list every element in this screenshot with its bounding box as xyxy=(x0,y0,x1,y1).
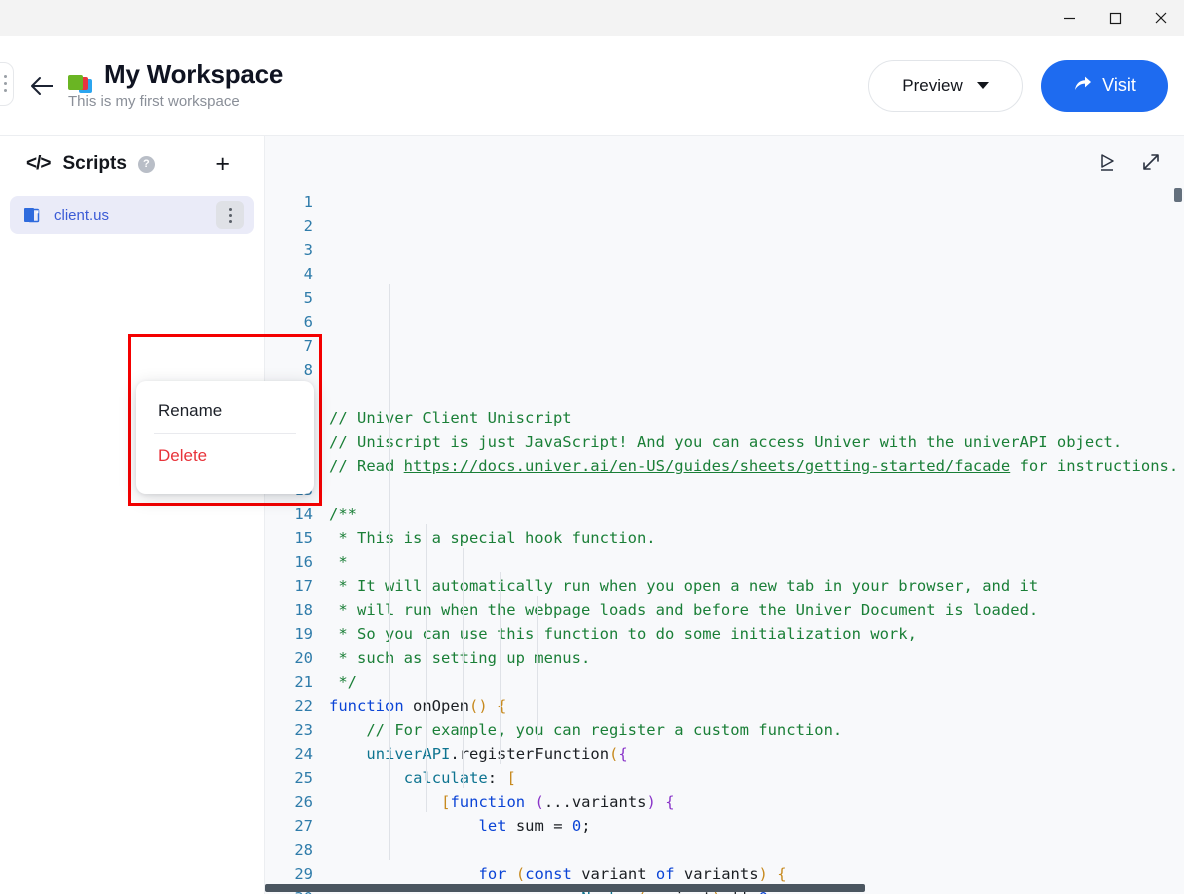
code-line: // Uniscript is just JavaScript! And you… xyxy=(329,433,1123,451)
edge-drag-handle[interactable] xyxy=(0,62,14,106)
code-area[interactable]: 1234567891011121314151617181920212223242… xyxy=(265,188,1184,894)
line-number: 2 xyxy=(303,217,313,235)
line-number: 5 xyxy=(303,289,313,307)
code-line: * So you can use this function to do som… xyxy=(329,625,917,643)
horizontal-scrollbar[interactable] xyxy=(265,882,1172,894)
line-number: 19 xyxy=(294,625,313,643)
list-item[interactable]: client.us xyxy=(10,196,254,234)
header-actions: Preview Visit xyxy=(868,59,1168,112)
workspace-title-block: My Workspace This is my first workspace xyxy=(68,58,284,113)
code-line: let sum = 0; xyxy=(478,817,591,835)
preview-button[interactable]: Preview xyxy=(868,59,1023,112)
line-number: 28 xyxy=(294,841,313,859)
code-line: * such as setting up menus. xyxy=(329,649,591,667)
code-line: // Read https://docs.univer.ai/en-US/gui… xyxy=(329,457,1179,475)
more-vertical-icon[interactable] xyxy=(216,201,244,229)
vertical-scrollbar-thumb[interactable] xyxy=(1174,188,1182,202)
code-line: * This is a special hook function. xyxy=(329,529,656,547)
line-number: 1 xyxy=(303,193,313,211)
context-menu-item-delete[interactable]: Delete xyxy=(136,434,314,478)
indent-guide xyxy=(389,284,390,500)
line-number: 25 xyxy=(294,769,313,787)
main-body: </> Scripts ? + client.us Rename Delete xyxy=(0,136,1184,894)
chevron-down-icon xyxy=(976,82,989,89)
line-number-gutter: 1234567891011121314151617181920212223242… xyxy=(265,188,323,894)
line-number: 3 xyxy=(303,241,313,259)
help-icon[interactable]: ? xyxy=(137,155,155,173)
editor-toolbar xyxy=(265,136,1184,188)
indent-guide xyxy=(426,524,427,812)
preview-button-label: Preview xyxy=(902,75,963,95)
context-menu-item-rename[interactable]: Rename xyxy=(136,389,314,433)
add-script-button[interactable]: + xyxy=(215,151,246,177)
line-number: 17 xyxy=(294,577,313,595)
code-line: * will run when the webpage loads and be… xyxy=(329,601,1039,619)
visit-button-label: Visit xyxy=(1102,75,1136,95)
line-number: 22 xyxy=(294,697,313,715)
line-number: 18 xyxy=(294,601,313,619)
code-content[interactable]: // Univer Client Uniscript // Uniscript i… xyxy=(323,188,1184,894)
code-line: */ xyxy=(329,673,357,691)
line-number: 24 xyxy=(294,745,313,763)
indent-guide xyxy=(537,596,538,740)
code-line: /** xyxy=(329,505,357,523)
line-number: 27 xyxy=(294,817,313,835)
window-minimize-button[interactable] xyxy=(1046,0,1092,36)
code-line: // For example, you can register a custo… xyxy=(329,721,843,739)
script-file-icon xyxy=(22,205,42,225)
code-line: function onOpen() { xyxy=(329,697,507,715)
script-context-menu: Rename Delete xyxy=(136,381,314,494)
workspace-header: My Workspace This is my first workspace … xyxy=(0,36,1184,136)
code-line: univerAPI.registerFunction({ xyxy=(366,745,628,763)
line-number: 6 xyxy=(303,313,313,331)
share-arrow-icon xyxy=(1073,75,1092,97)
code-line: calculate: [ xyxy=(403,769,516,787)
horizontal-scrollbar-thumb[interactable] xyxy=(265,884,865,892)
code-line: * It will automatically run when you ope… xyxy=(329,577,1039,595)
line-number: 16 xyxy=(294,553,313,571)
indent-guide xyxy=(500,572,501,764)
line-number: 8 xyxy=(303,361,313,379)
window-close-button[interactable] xyxy=(1138,0,1184,36)
workspace-logo-icon xyxy=(68,73,94,99)
indent-guide xyxy=(463,548,464,788)
expand-fullscreen-icon[interactable] xyxy=(1138,149,1164,175)
line-number: 21 xyxy=(294,673,313,691)
indent-guide xyxy=(389,500,390,860)
scripts-panel-header: </> Scripts ? + xyxy=(0,136,264,192)
vertical-scrollbar[interactable] xyxy=(1172,188,1184,882)
window-maximize-button[interactable] xyxy=(1092,0,1138,36)
scripts-sidebar: </> Scripts ? + client.us Rename Delete xyxy=(0,136,322,894)
code-brackets-icon: </> xyxy=(26,153,52,174)
line-number: 23 xyxy=(294,721,313,739)
line-number: 4 xyxy=(303,265,313,283)
window-titlebar xyxy=(0,0,1184,36)
code-line: [function (...variants) { xyxy=(441,793,675,811)
back-button[interactable] xyxy=(22,66,62,106)
line-number: 7 xyxy=(303,337,313,355)
line-number: 26 xyxy=(294,793,313,811)
code-line: // Univer Client Uniscript xyxy=(329,409,572,427)
scripts-panel-title: Scripts xyxy=(62,153,127,174)
list-item-label: client.us xyxy=(54,206,110,224)
drag-dots-icon xyxy=(4,75,7,92)
line-number: 15 xyxy=(294,529,313,547)
visit-button[interactable]: Visit xyxy=(1041,59,1168,112)
line-number: 14 xyxy=(294,505,313,523)
line-number: 20 xyxy=(294,649,313,667)
run-script-icon[interactable] xyxy=(1094,149,1120,175)
code-editor-panel: 1234567891011121314151617181920212223242… xyxy=(265,136,1184,894)
code-line: * xyxy=(329,553,348,571)
workspace-subtitle: This is my first workspace xyxy=(68,92,240,110)
page-title: My Workspace xyxy=(104,58,284,89)
